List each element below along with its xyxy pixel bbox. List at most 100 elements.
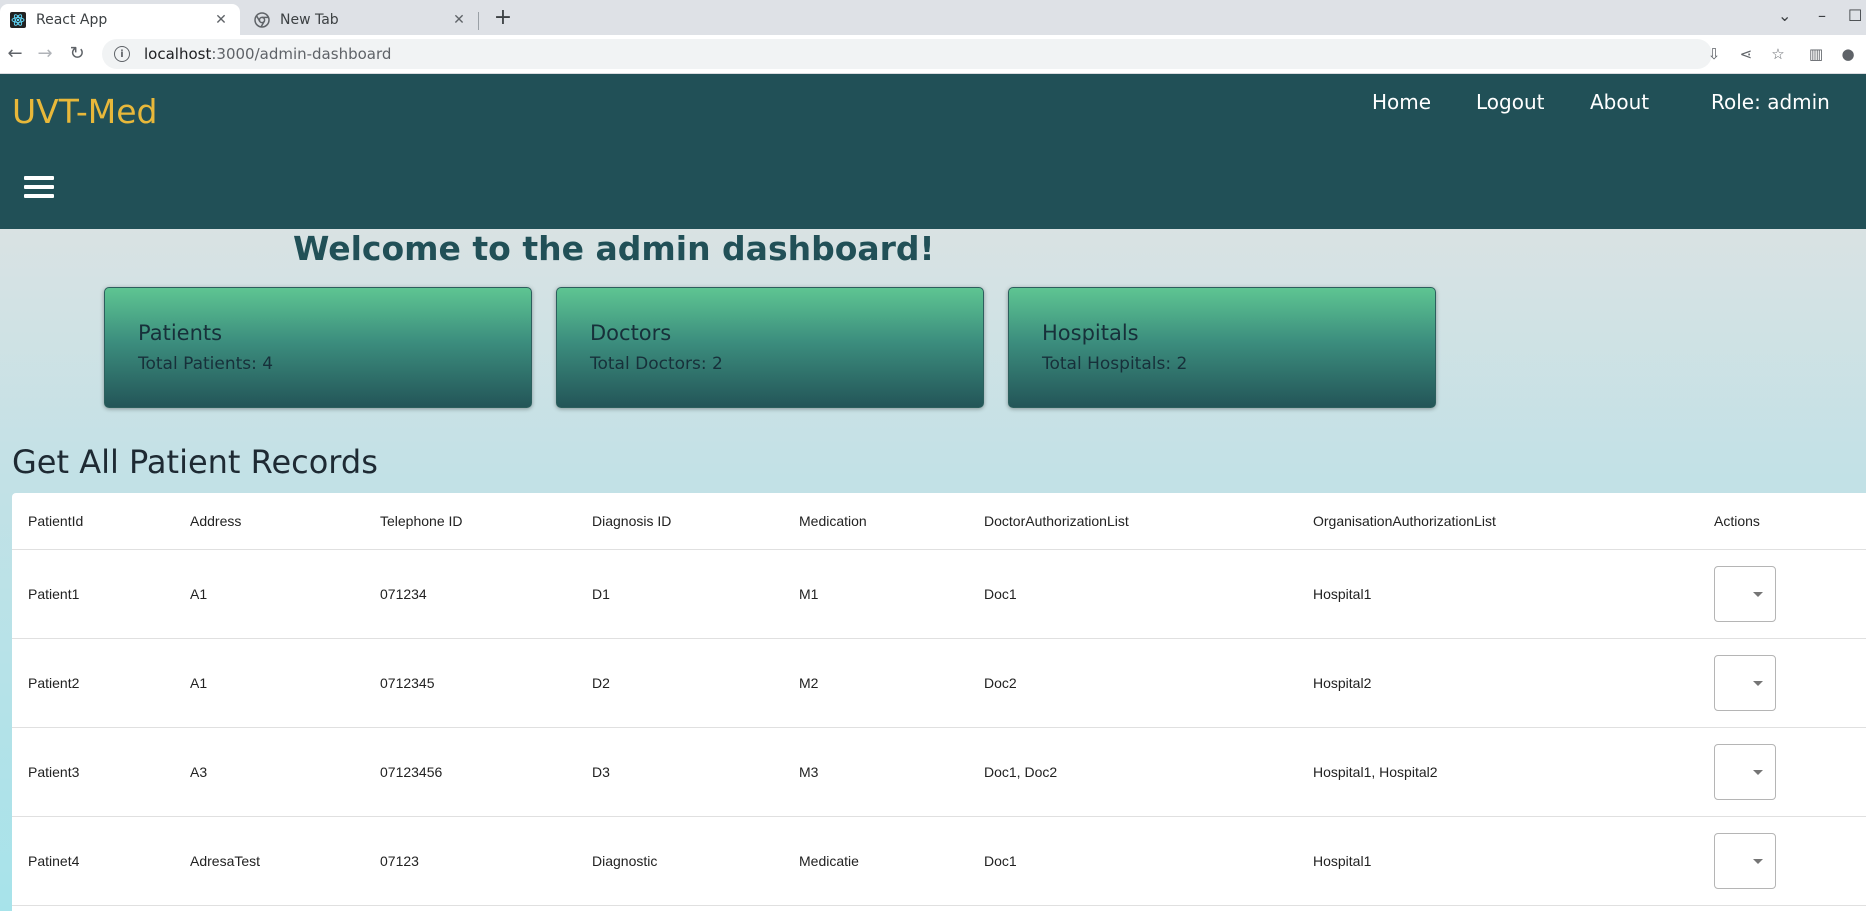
- actions-select[interactable]: [1714, 743, 1776, 800]
- actions-select[interactable]: [1714, 565, 1776, 622]
- cell-address: A1: [174, 549, 364, 639]
- cell-telephone: 07123456: [364, 727, 576, 817]
- column-header-org-auth: OrganisationAuthorizationList: [1297, 493, 1698, 550]
- card-title: Doctors: [590, 321, 672, 345]
- doctors-card[interactable]: Doctors Total Doctors: 2: [556, 287, 984, 408]
- card-subtitle: Total Doctors: 2: [590, 354, 723, 374]
- card-title: Hospitals: [1042, 321, 1139, 345]
- cell-medication: M1: [783, 549, 968, 639]
- bookmark-star-icon[interactable]: ☆: [1768, 44, 1788, 64]
- cell-org-auth: Hospital1: [1297, 816, 1698, 906]
- tab-search-chevron-icon[interactable]: ⌄: [1778, 6, 1791, 25]
- tab-divider: [478, 12, 479, 30]
- hamburger-menu-icon[interactable]: [24, 176, 54, 200]
- cell-diagnosis: D2: [576, 638, 783, 728]
- reload-icon[interactable]: ↻: [64, 41, 90, 67]
- column-header-doctor-auth: DoctorAuthorizationList: [968, 493, 1297, 550]
- column-header-actions: Actions: [1698, 493, 1866, 550]
- cell-telephone: 07123: [364, 816, 576, 906]
- app-header: UVT-Med Home Logout About Role: admin: [0, 74, 1866, 229]
- role-label: Role: admin: [1711, 90, 1830, 114]
- forward-arrow-icon[interactable]: →: [32, 41, 58, 67]
- tab-title: React App: [36, 11, 108, 28]
- cell-telephone: 071234: [364, 549, 576, 639]
- table-row: Patient1 A1 071234 D1 M1 Doc1 Hospital1: [12, 549, 1866, 639]
- cell-doctor-auth: Doc1: [968, 549, 1297, 639]
- table-row: Patient3 A3 07123456 D3 M3 Doc1, Doc2 Ho…: [12, 727, 1866, 817]
- column-header-diagnosis-id: Diagnosis ID: [576, 493, 783, 550]
- dropdown-arrow-icon: [1753, 769, 1763, 775]
- cell-patientid: Patient1: [12, 549, 174, 639]
- dropdown-arrow-icon: [1753, 680, 1763, 686]
- hospitals-card[interactable]: Hospitals Total Hospitals: 2: [1008, 287, 1436, 408]
- column-header-medication: Medication: [783, 493, 968, 550]
- dropdown-arrow-icon: [1753, 858, 1763, 864]
- tab-new-tab[interactable]: New Tab ✕: [244, 4, 478, 35]
- cell-actions: [1698, 727, 1866, 817]
- nav-link-about[interactable]: About: [1590, 90, 1649, 114]
- cell-doctor-auth: Doc2: [968, 638, 1297, 728]
- table-header-row: PatientId Address Telephone ID Diagnosis…: [12, 493, 1866, 550]
- cell-patientid: Patient2: [12, 638, 174, 728]
- browser-toolbar: ← → ↻ i localhost:3000/admin-dashboard: [0, 35, 1866, 74]
- side-panel-icon[interactable]: ▥: [1806, 44, 1826, 64]
- cell-org-auth: Hospital1: [1297, 549, 1698, 639]
- cell-medication: M3: [783, 727, 968, 817]
- cell-org-auth: Hospital1, Hospital2: [1297, 727, 1698, 817]
- back-arrow-icon[interactable]: ←: [2, 41, 28, 67]
- dashboard-content: Welcome to the admin dashboard! Patients…: [0, 229, 1866, 911]
- cell-diagnosis: D3: [576, 727, 783, 817]
- column-header-address: Address: [174, 493, 364, 550]
- card-subtitle: Total Hospitals: 2: [1042, 354, 1188, 374]
- cell-actions: [1698, 816, 1866, 906]
- actions-select[interactable]: [1714, 832, 1776, 889]
- cell-medication: M2: [783, 638, 968, 728]
- brand-logo-text[interactable]: UVT-Med: [12, 92, 158, 131]
- react-logo-icon: [10, 11, 26, 28]
- maximize-icon[interactable]: ☐: [1848, 6, 1862, 25]
- tab-title: New Tab: [280, 11, 339, 28]
- cell-address: A3: [174, 727, 364, 817]
- cell-telephone: 0712345: [364, 638, 576, 728]
- column-header-telephone-id: Telephone ID: [364, 493, 576, 550]
- cell-doctor-auth: Doc1: [968, 816, 1297, 906]
- url-path: :3000/admin-dashboard: [211, 45, 392, 63]
- share-icon[interactable]: ⋖: [1736, 44, 1756, 64]
- url-host: localhost: [144, 45, 212, 63]
- cell-address: AdresaTest: [174, 816, 364, 906]
- tab-react-app[interactable]: React App ✕: [0, 4, 240, 35]
- actions-select[interactable]: [1714, 654, 1776, 711]
- card-title: Patients: [138, 321, 223, 345]
- nav-link-home[interactable]: Home: [1372, 90, 1431, 114]
- card-subtitle: Total Patients: 4: [138, 354, 274, 374]
- chrome-icon: [254, 11, 270, 28]
- column-header-patientid: PatientId: [12, 493, 174, 550]
- cell-patientid: Patient3: [12, 727, 174, 817]
- cell-medication: Medicatie: [783, 816, 968, 906]
- cell-address: A1: [174, 638, 364, 728]
- site-info-icon[interactable]: i: [114, 46, 130, 62]
- cell-org-auth: Hospital2: [1297, 638, 1698, 728]
- browser-tab-bar: React App ✕ New Tab ✕ + ⌄ – ☐: [0, 0, 1866, 35]
- minimize-icon[interactable]: –: [1818, 6, 1826, 25]
- cell-patientid: Patinet4: [12, 816, 174, 906]
- patients-card[interactable]: Patients Total Patients: 4: [104, 287, 532, 408]
- welcome-heading: Welcome to the admin dashboard!: [293, 229, 935, 268]
- cell-diagnosis: Diagnostic: [576, 816, 783, 906]
- install-app-icon[interactable]: ⇩: [1704, 44, 1724, 64]
- address-bar-input[interactable]: i localhost:3000/admin-dashboard: [102, 39, 1712, 69]
- patient-records-table: PatientId Address Telephone ID Diagnosis…: [12, 493, 1866, 911]
- cell-actions: [1698, 638, 1866, 728]
- new-tab-plus-icon[interactable]: +: [490, 6, 516, 32]
- cell-doctor-auth: Doc1, Doc2: [968, 727, 1297, 817]
- table-row: Patient2 A1 0712345 D2 M2 Doc2 Hospital2: [12, 638, 1866, 728]
- cell-diagnosis: D1: [576, 549, 783, 639]
- close-tab-icon[interactable]: ✕: [212, 12, 230, 28]
- close-tab-icon[interactable]: ✕: [450, 12, 468, 28]
- profile-avatar-icon[interactable]: ●: [1838, 44, 1858, 64]
- table-row: Patinet4 AdresaTest 07123 Diagnostic Med…: [12, 816, 1866, 906]
- cell-actions: [1698, 549, 1866, 639]
- section-title: Get All Patient Records: [12, 443, 378, 481]
- dropdown-arrow-icon: [1753, 591, 1763, 597]
- nav-link-logout[interactable]: Logout: [1476, 90, 1544, 114]
